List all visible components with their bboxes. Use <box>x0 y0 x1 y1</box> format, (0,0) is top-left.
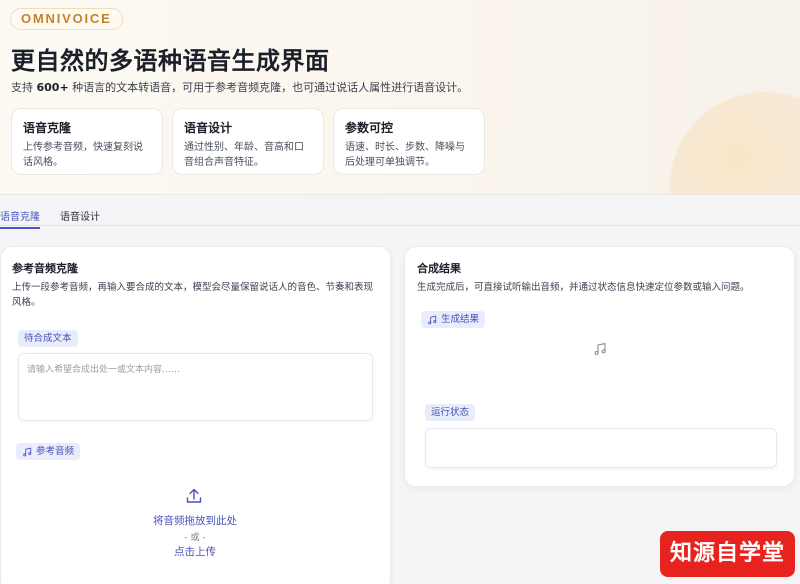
tab-voice-clone[interactable]: 语音克隆 <box>0 208 40 229</box>
hero-decoration <box>670 92 800 194</box>
upload-drop-text: 将音频拖放到此处 <box>153 515 237 527</box>
page-subtitle: 支持 600+ 种语言的文本转语音，可用于参考音频克隆，也可通过说话人属性进行语… <box>11 79 468 95</box>
feature-desc: 通过性别、年龄、音高和口音组合声音特征。 <box>184 142 304 168</box>
text-input-label-text: 待合成文本 <box>24 333 72 344</box>
music-note-icon <box>23 447 32 456</box>
music-note-icon <box>594 342 606 356</box>
reference-audio-label: 参考音频 <box>16 443 81 460</box>
music-note-icon <box>428 315 437 324</box>
page-title: 更自然的多语种语音生成界面 <box>11 47 330 75</box>
feature-desc: 上传参考音频，快速复刻说话风格。 <box>23 142 143 168</box>
feature-title: 参数可控 <box>345 121 394 135</box>
synth-text-input[interactable]: 请输入希望合成出处一或文本内容…… <box>18 353 373 421</box>
hero-banner: OMNIVOICE 更自然的多语种语音生成界面 支持 600+ 种语言的文本转语… <box>0 0 800 195</box>
tab-voice-design[interactable]: 语音设计 <box>60 208 100 227</box>
upload-icon <box>186 488 202 503</box>
feature-title: 语音克隆 <box>23 121 72 135</box>
mode-tabs: 语音克隆 语音设计 <box>0 204 800 229</box>
feature-card-design: 语音设计 通过性别、年龄、音高和口音组合声音特征。 <box>172 108 324 175</box>
synth-text-placeholder: 请输入希望合成出处一或文本内容…… <box>27 365 181 375</box>
result-panel: 合成结果 生成完成后，可直接试听输出音频，并通过状态信息快速定位参数或输入问题。… <box>404 246 795 487</box>
watermark-logo: 知源自学堂 <box>660 531 795 577</box>
feature-desc: 语速、时长、步数、降噪与后处理可单独调节。 <box>345 142 465 168</box>
status-output <box>425 428 777 468</box>
output-audio-label-text: 生成结果 <box>441 314 480 325</box>
reference-audio-label-text: 参考音频 <box>36 446 75 457</box>
upload-click-text[interactable]: 点击上传 <box>135 544 255 559</box>
output-audio-label: 生成结果 <box>421 311 486 328</box>
audio-upload-dropzone[interactable]: 将音频拖放到此处 - 或 - 点击上传 <box>100 480 290 565</box>
status-label-text: 运行状态 <box>431 407 470 418</box>
feature-card-params: 参数可控 语速、时长、步数、降噪与后处理可单独调节。 <box>333 108 485 175</box>
feature-card-clone: 语音克隆 上传参考音频，快速复刻说话风格。 <box>11 108 163 175</box>
clone-panel-desc: 上传一段参考音频，再输入要合成的文本，模型会尽量保留说话人的音色、节奏和表现风格… <box>12 282 374 308</box>
upload-or-text: - 或 - <box>184 533 206 543</box>
subtitle-suffix: 种语言的文本转语音，可用于参考音频克隆，也可通过说话人属性进行语音设计。 <box>68 81 469 94</box>
subtitle-prefix: 支持 <box>11 81 37 94</box>
feature-title: 语音设计 <box>184 121 233 135</box>
result-panel-desc: 生成完成后，可直接试听输出音频，并通过状态信息快速定位参数或输入问题。 <box>417 282 750 293</box>
subtitle-strong: 600+ <box>36 81 69 94</box>
brand-badge: OMNIVOICE <box>10 8 123 30</box>
status-label: 运行状态 <box>425 404 476 421</box>
text-input-label: 待合成文本 <box>18 330 78 347</box>
result-panel-title: 合成结果 <box>417 262 461 275</box>
clone-panel-title: 参考音频克隆 <box>12 262 78 275</box>
